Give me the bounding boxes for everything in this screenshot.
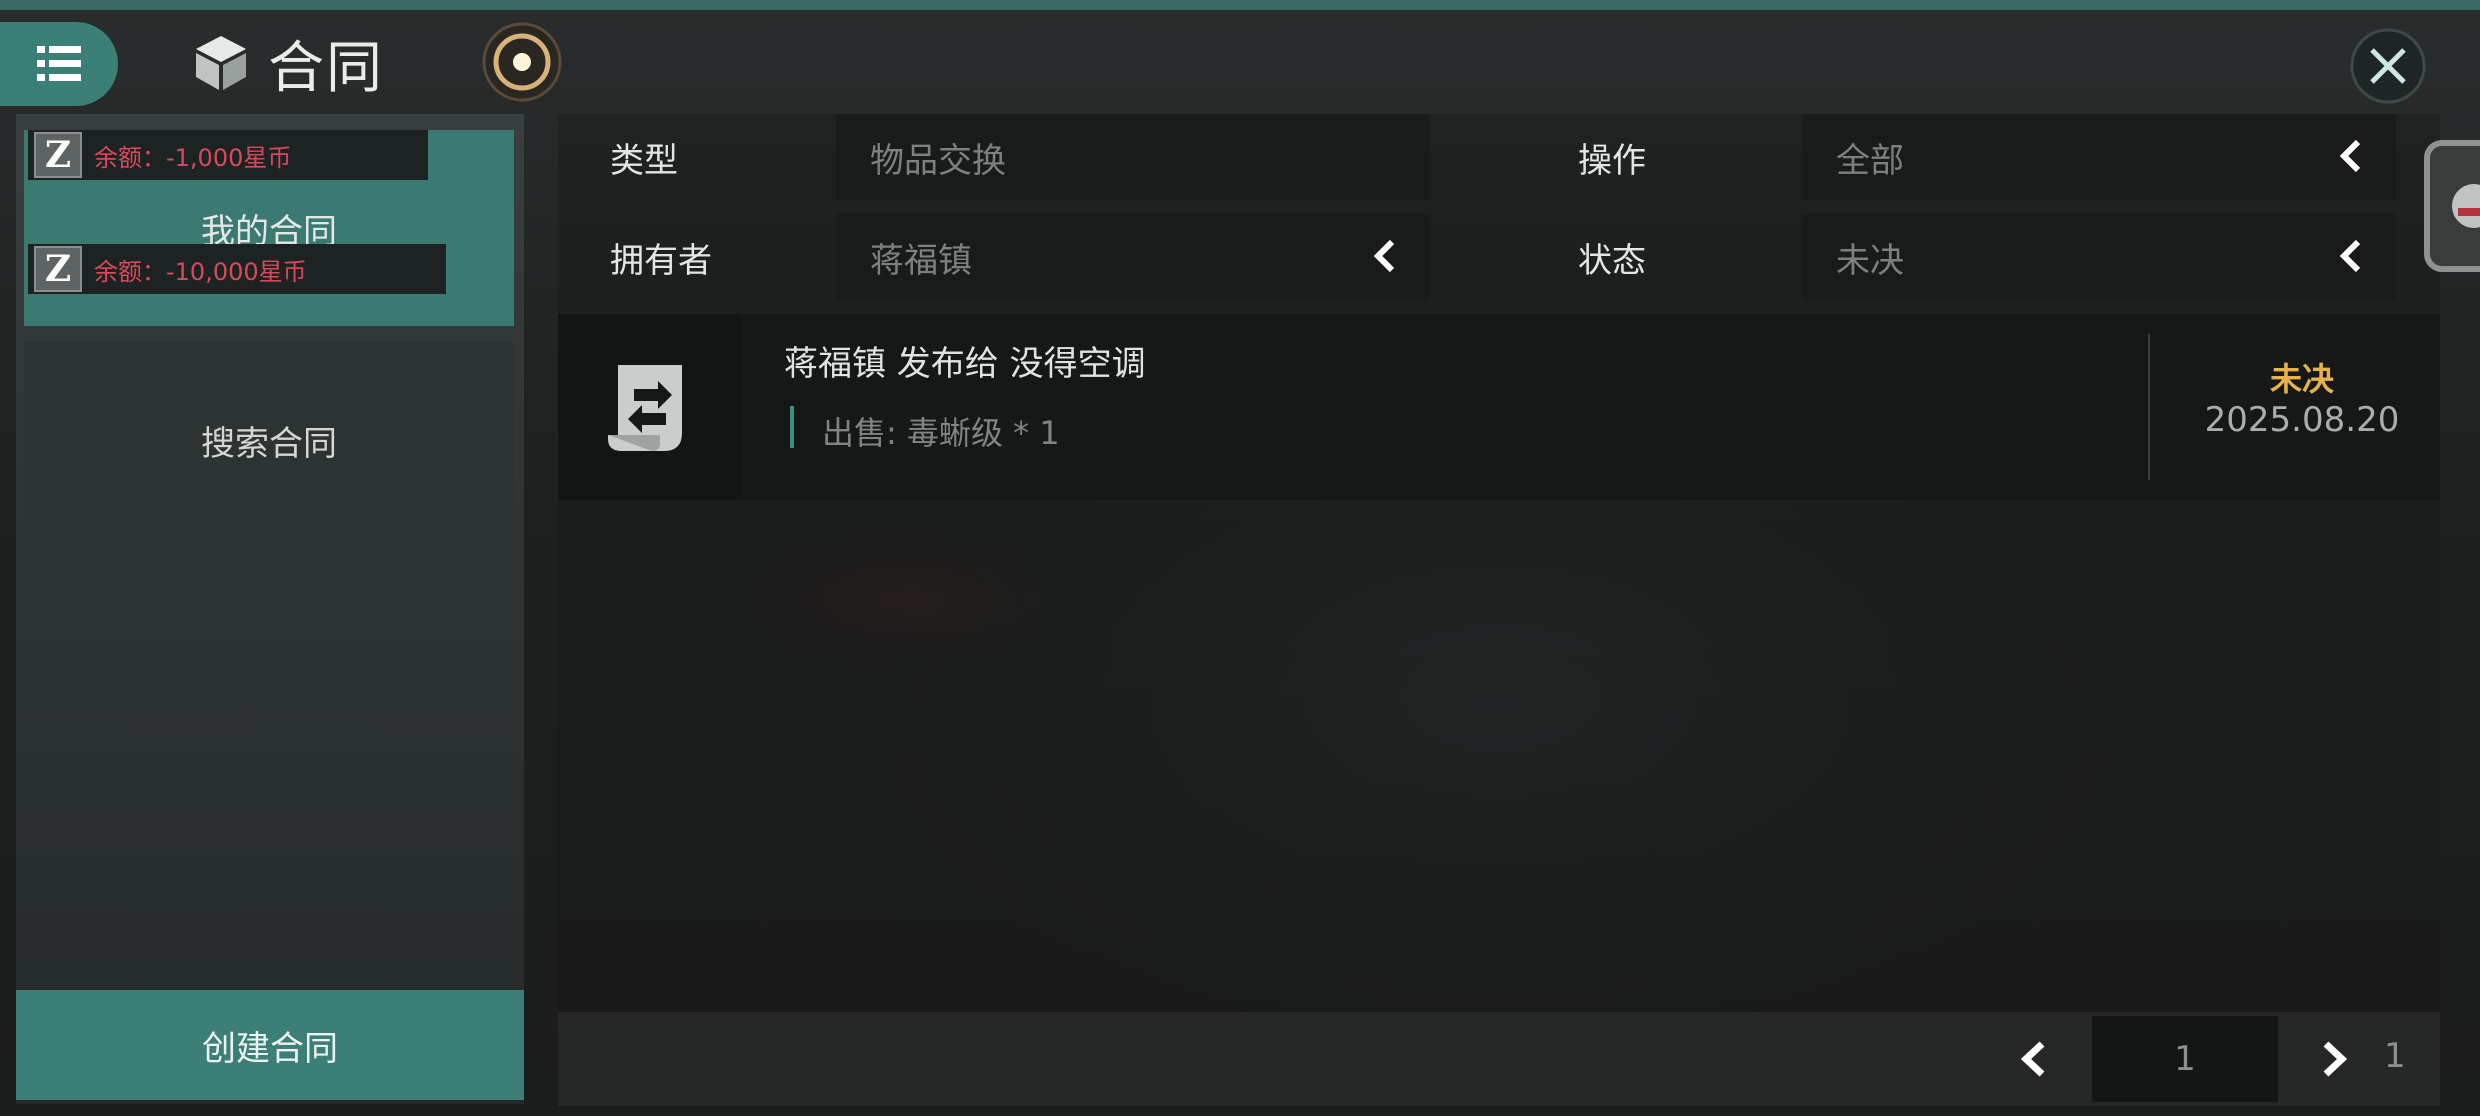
page-title-group: 合同 <box>190 28 384 101</box>
balance-text: 余额：-10,000星币 <box>94 257 307 286</box>
divider <box>2148 334 2150 480</box>
contract-list-panel: 类型 物品交换 操作 全部 拥有者 蒋福镇 状态 未决 蒋福镇 发布给 没得空调… <box>558 114 2440 1106</box>
filter-operation-dropdown[interactable]: 全部 <box>1802 114 2396 200</box>
filter-type-value: 物品交换 <box>870 140 1006 181</box>
filter-type-label: 类型 <box>610 140 678 181</box>
cube-icon <box>196 36 246 90</box>
current-page: 1 <box>2174 1039 2196 1079</box>
tab-search-contracts-label: 搜索合同 <box>201 423 337 464</box>
filter-row: 拥有者 蒋福镇 状态 未决 <box>558 214 2440 300</box>
filter-status-label: 状态 <box>1578 240 1646 281</box>
chevron-left-icon <box>2339 239 2361 273</box>
filter-status-dropdown[interactable]: 未决 <box>1802 214 2396 300</box>
total-pages: 1 <box>2384 1036 2406 1076</box>
filter-owner-label: 拥有者 <box>610 240 712 281</box>
menu-button[interactable] <box>0 22 118 106</box>
filter-owner-value: 蒋福镇 <box>870 240 972 281</box>
orb-icon[interactable] <box>480 20 564 104</box>
prev-page-icon[interactable] <box>2012 1036 2058 1082</box>
balance-text: 余额：-1,000星币 <box>94 143 292 172</box>
filter-operation-value: 全部 <box>1836 140 1904 181</box>
filter-owner-dropdown[interactable]: 蒋福镇 <box>836 214 1430 300</box>
pagination: 1 1 <box>558 1012 2440 1106</box>
contracts-screen: 合同 我的合同 Z 余额：-1,000星币 Z 余额：-10,000星币 搜索合… <box>0 0 2480 1116</box>
create-contract-label: 创建合同 <box>202 1028 338 1069</box>
next-page-icon[interactable] <box>2310 1036 2356 1082</box>
chevron-left-icon <box>2339 139 2361 173</box>
sidebar: 我的合同 Z 余额：-1,000星币 Z 余额：-10,000星币 搜索合同 创… <box>16 114 524 1104</box>
contract-list-item[interactable]: 蒋福镇 发布给 没得空调 出售: 毒蜥级 * 1 未决 2025.08.20 <box>558 314 2440 500</box>
z-badge-icon: Z <box>34 246 82 292</box>
contract-status: 未决 <box>2269 360 2334 398</box>
filter-type-field[interactable]: 物品交换 <box>836 114 1430 200</box>
balance-notice: Z 余额：-10,000星币 <box>28 244 446 294</box>
contract-detail: 出售: 毒蜥级 * 1 <box>822 414 1060 452</box>
avatar[interactable] <box>2424 140 2480 272</box>
top-accent-strip <box>0 0 2480 10</box>
create-contract-button[interactable]: 创建合同 <box>16 990 524 1100</box>
filter-row: 类型 物品交换 操作 全部 <box>558 114 2440 200</box>
page-number-input[interactable]: 1 <box>2092 1016 2278 1102</box>
character-avatar-icon <box>2452 184 2480 228</box>
detail-accent-bar <box>790 406 794 448</box>
contract-title: 蒋福镇 发布给 没得空调 <box>784 344 1146 384</box>
z-badge-icon: Z <box>34 132 82 178</box>
menu-icon <box>37 46 81 81</box>
tab-search-contracts[interactable]: 搜索合同 <box>24 342 514 538</box>
contract-date: 2025.08.20 <box>2204 400 2400 440</box>
chevron-left-icon <box>1373 239 1395 273</box>
balance-notice: Z 余额：-1,000星币 <box>28 130 428 180</box>
close-icon[interactable] <box>2346 24 2430 108</box>
filter-status-value: 未决 <box>1836 240 1904 281</box>
filter-operation-label: 操作 <box>1578 140 1646 181</box>
contract-icon-box <box>558 314 742 500</box>
contract-scroll-icon <box>608 365 682 451</box>
page-title: 合同 <box>268 35 384 101</box>
